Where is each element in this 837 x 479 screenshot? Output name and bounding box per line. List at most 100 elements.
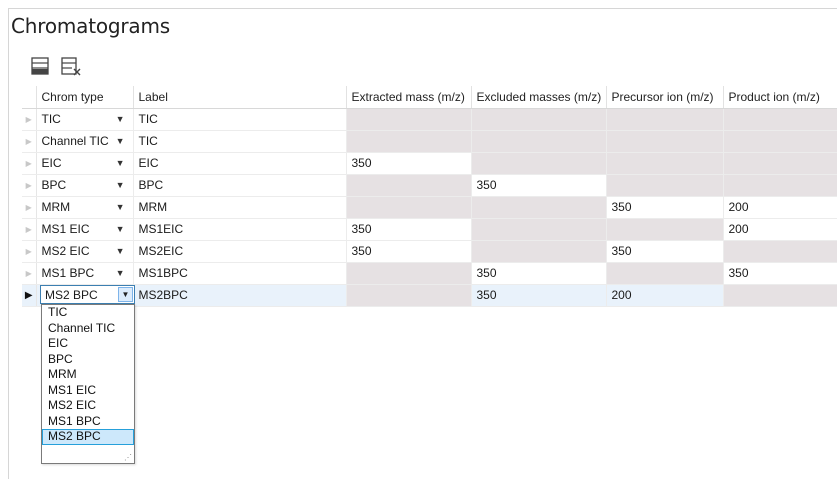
chrom-type-cell[interactable]: Channel TIC ▼: [36, 130, 134, 153]
product-cell: [723, 284, 837, 307]
chevron-down-icon[interactable]: ▼: [116, 268, 125, 278]
label-cell[interactable]: MRM: [133, 196, 347, 219]
dropdown-option[interactable]: MS2 EIC: [42, 398, 134, 414]
product-cell[interactable]: 200: [723, 196, 837, 219]
label-cell[interactable]: TIC: [133, 130, 347, 153]
dropdown-option[interactable]: TIC: [42, 305, 134, 321]
col-extracted-mass[interactable]: Extracted mass (m/z): [346, 86, 472, 109]
chevron-down-icon[interactable]: ▼: [116, 224, 125, 234]
chrom-type-cell[interactable]: MS1 EIC ▼: [36, 218, 134, 241]
col-product-ion[interactable]: Product ion (m/z): [723, 86, 837, 109]
row-selector[interactable]: ▶: [22, 108, 37, 131]
label-cell[interactable]: MS1EIC: [133, 218, 347, 241]
col-label[interactable]: Label: [133, 86, 347, 109]
header-row: Chrom type Label Extracted mass (m/z) Ex…: [22, 86, 837, 109]
table-row[interactable]: ▶ MS2 EIC ▼ MS2EIC 350 350: [22, 240, 837, 263]
add-row-button[interactable]: [30, 55, 52, 77]
chrom-type-cell[interactable]: MS2 EIC ▼: [36, 240, 134, 263]
col-excluded-masses[interactable]: Excluded masses (m/z): [471, 86, 607, 109]
toolbar: [30, 55, 82, 79]
chevron-down-icon[interactable]: ▼: [116, 158, 125, 168]
product-cell: [723, 130, 837, 153]
row-selector[interactable]: ▶: [22, 152, 37, 175]
chrom-type-cell[interactable]: MS1 BPC ▼: [36, 262, 134, 285]
row-selector[interactable]: ▶: [22, 174, 37, 197]
chrom-type-cell[interactable]: TIC ▼: [36, 108, 134, 131]
extracted-cell[interactable]: 350: [346, 218, 472, 241]
row-header-corner: [22, 86, 37, 109]
excluded-cell: [471, 152, 607, 175]
product-cell[interactable]: 350: [723, 262, 837, 285]
dropdown-option[interactable]: EIC: [42, 336, 134, 352]
table-row[interactable]: ▶ MS1 BPC ▼ MS1BPC 350 350: [22, 262, 837, 285]
table-row[interactable]: ▶ BPC ▼ BPC 350: [22, 174, 837, 197]
precursor-cell[interactable]: 350: [606, 196, 724, 219]
chrom-type-cell[interactable]: BPC ▼: [36, 174, 134, 197]
table-row[interactable]: ▶ MRM ▼ MRM 350 200: [22, 196, 837, 219]
chevron-down-icon[interactable]: ▼: [116, 114, 125, 124]
product-cell: [723, 108, 837, 131]
table-row[interactable]: ▶ TIC ▼ TIC: [22, 108, 837, 131]
precursor-cell: [606, 108, 724, 131]
table-row[interactable]: ▶ MS1 EIC ▼ MS1EIC 350 200: [22, 218, 837, 241]
product-cell: [723, 152, 837, 175]
label-cell[interactable]: BPC: [133, 174, 347, 197]
table-row-selected[interactable]: ▶ MS2BPC 350 200: [22, 284, 837, 307]
dropdown-option[interactable]: MRM: [42, 367, 134, 383]
chevron-down-icon[interactable]: ▼: [116, 180, 125, 190]
table-row[interactable]: ▶ EIC ▼ EIC 350: [22, 152, 837, 175]
precursor-cell[interactable]: 200: [606, 284, 724, 307]
precursor-cell: [606, 130, 724, 153]
row-selector[interactable]: ▶: [22, 240, 37, 263]
col-precursor-ion[interactable]: Precursor ion (m/z): [606, 86, 724, 109]
precursor-cell: [606, 174, 724, 197]
excluded-cell: [471, 218, 607, 241]
excluded-cell[interactable]: 350: [471, 284, 607, 307]
current-row-indicator[interactable]: ▶: [22, 284, 37, 307]
delete-row-icon: [61, 57, 81, 76]
chrom-type-cell[interactable]: EIC ▼: [36, 152, 134, 175]
col-chrom-type[interactable]: Chrom type: [36, 86, 134, 109]
label-cell[interactable]: MS2EIC: [133, 240, 347, 263]
label-cell[interactable]: EIC: [133, 152, 347, 175]
row-selector[interactable]: ▶: [22, 262, 37, 285]
dropdown-option[interactable]: Channel TIC: [42, 321, 134, 337]
row-selector[interactable]: ▶: [22, 218, 37, 241]
product-cell[interactable]: 200: [723, 218, 837, 241]
label-cell[interactable]: TIC: [133, 108, 347, 131]
chromatogram-grid: Chrom type Label Extracted mass (m/z) Ex…: [22, 86, 837, 307]
chevron-down-icon[interactable]: ▼: [116, 246, 125, 256]
dropdown-button[interactable]: ▼: [118, 287, 133, 302]
table-row[interactable]: ▶ Channel TIC ▼ TIC: [22, 130, 837, 153]
label-cell[interactable]: MS1BPC: [133, 262, 347, 285]
precursor-cell[interactable]: 350: [606, 240, 724, 263]
extracted-cell: [346, 284, 472, 307]
excluded-cell: [471, 130, 607, 153]
row-selector[interactable]: ▶: [22, 196, 37, 219]
dropdown-option[interactable]: BPC: [42, 352, 134, 368]
chrom-type-cell[interactable]: MRM ▼: [36, 196, 134, 219]
excluded-cell: [471, 196, 607, 219]
dropdown-option[interactable]: MS1 EIC: [42, 383, 134, 399]
extracted-cell[interactable]: 350: [346, 152, 472, 175]
delete-row-button[interactable]: [60, 55, 82, 77]
extracted-cell: [346, 174, 472, 197]
label-cell[interactable]: MS2BPC: [133, 284, 347, 307]
chevron-down-icon[interactable]: ▼: [116, 136, 125, 146]
precursor-cell: [606, 152, 724, 175]
add-row-icon: [31, 57, 49, 75]
excluded-cell[interactable]: 350: [471, 174, 607, 197]
excluded-cell[interactable]: 350: [471, 262, 607, 285]
excluded-cell: [471, 240, 607, 263]
resize-grip-icon[interactable]: ⋰: [124, 453, 132, 462]
extracted-cell: [346, 108, 472, 131]
precursor-cell: [606, 218, 724, 241]
chrom-type-dropdown-list[interactable]: TIC Channel TIC EIC BPC MRM MS1 EIC MS2 …: [41, 304, 135, 464]
dropdown-option[interactable]: MS1 BPC: [42, 414, 134, 430]
chrom-type-combobox[interactable]: MS2 BPC ▼: [40, 285, 135, 304]
dropdown-option-highlighted[interactable]: MS2 BPC: [42, 429, 134, 445]
extracted-cell: [346, 196, 472, 219]
extracted-cell[interactable]: 350: [346, 240, 472, 263]
chevron-down-icon[interactable]: ▼: [116, 202, 125, 212]
row-selector[interactable]: ▶: [22, 130, 37, 153]
